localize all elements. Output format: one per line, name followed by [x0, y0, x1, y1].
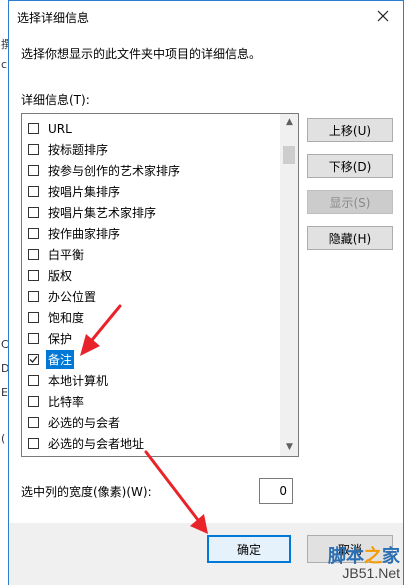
background-window-right [404, 0, 412, 585]
scroll-up-arrow-icon[interactable]: ▲ [281, 114, 298, 131]
list-item[interactable]: 按唱片集艺术家排序 [22, 202, 282, 223]
details-list-label: 详细信息(T): [21, 93, 90, 107]
site-watermark: 脚本之家 JB51.Net [328, 546, 400, 581]
checkbox[interactable] [28, 249, 39, 260]
checkbox[interactable] [28, 165, 39, 176]
checkmark-icon [29, 356, 38, 363]
checkbox[interactable] [28, 123, 39, 134]
list-item-label: 必选的与会者 [48, 416, 121, 430]
ok-button[interactable]: 确定 [207, 535, 291, 563]
watermark-logo: 脚本之家 [328, 546, 400, 567]
checkbox[interactable] [28, 186, 39, 197]
close-button[interactable] [363, 1, 403, 31]
list-item-label: 饱和度 [48, 311, 85, 325]
list-item-label: 保护 [48, 332, 73, 346]
checkbox[interactable] [28, 270, 39, 281]
title-bar: 选择详细信息 [9, 1, 403, 32]
list-item-label: URL [48, 121, 72, 136]
dialog-description: 选择你想显示的此文件夹中项目的详细信息。 [21, 47, 262, 61]
list-item-label: 按参与创作的艺术家排序 [48, 164, 181, 178]
choose-details-dialog: 选择详细信息 选择你想显示的此文件夹中项目的详细信息。 详细信息(T): URL… [8, 0, 404, 585]
move-up-button[interactable]: 上移(U) [307, 118, 393, 142]
checkbox[interactable] [28, 228, 39, 239]
checkbox[interactable] [28, 354, 39, 365]
watermark-url: JB51.Net [342, 565, 400, 581]
list-item[interactable]: 比特率 [22, 391, 282, 412]
background-text: ( [1, 432, 6, 445]
close-icon [377, 10, 389, 22]
checkbox[interactable] [28, 417, 39, 428]
column-width-label: 选中列的宽度(像素)(W): [21, 485, 152, 499]
checkbox[interactable] [28, 144, 39, 155]
list-item-label: 按唱片集排序 [48, 185, 121, 199]
checkbox[interactable] [28, 396, 39, 407]
list-item[interactable]: 饱和度 [22, 307, 282, 328]
list-item-label: 办公位置 [48, 290, 97, 304]
list-item-label: 按唱片集艺术家排序 [48, 206, 157, 220]
checkbox[interactable] [28, 312, 39, 323]
checkbox[interactable] [28, 375, 39, 386]
list-item-label: 按标题排序 [48, 143, 109, 157]
list-item[interactable]: 按标题排序 [22, 139, 282, 160]
dialog-title: 选择详细信息 [17, 11, 90, 25]
list-item-label: 白平衡 [48, 248, 85, 262]
list-item-label: 本地计算机 [48, 374, 109, 388]
list-item[interactable]: 本地计算机 [22, 370, 282, 391]
show-button[interactable]: 显示(S) [307, 190, 393, 214]
details-list-rows: URL 按标题排序按参与创作的艺术家排序 按唱片集排序按唱片集艺术家排序 按作曲家排序… [22, 118, 282, 454]
list-item[interactable]: 版权 [22, 265, 282, 286]
scrollbar-thumb[interactable] [283, 146, 295, 164]
background-text: E [1, 386, 8, 399]
hide-button[interactable]: 隐藏(H) [307, 226, 393, 250]
list-item-label: 必选的与会者地址 [48, 437, 145, 451]
list-item-label: 比特率 [48, 395, 85, 409]
list-item[interactable]: URL [22, 118, 282, 139]
list-item[interactable]: 按作曲家排序 [22, 223, 282, 244]
list-item[interactable]: 按参与创作的艺术家排序 [22, 160, 282, 181]
list-item-label: 版权 [48, 269, 73, 283]
list-item[interactable]: 必选的与会者 [22, 412, 282, 433]
move-down-button[interactable]: 下移(D) [307, 154, 393, 178]
list-item-label: 备注 [46, 350, 75, 369]
vertical-scrollbar[interactable]: ▲ ▼ [280, 114, 298, 456]
scroll-down-arrow-icon[interactable]: ▼ [281, 439, 298, 456]
list-item[interactable]: 白平衡 [22, 244, 282, 265]
list-item[interactable]: 必选的与会者地址 [22, 433, 282, 454]
list-item[interactable]: 备注 [22, 349, 282, 370]
list-item[interactable]: 办公位置 [22, 286, 282, 307]
checkbox[interactable] [28, 333, 39, 344]
checkbox[interactable] [28, 291, 39, 302]
details-listbox[interactable]: URL 按标题排序按参与创作的艺术家排序 按唱片集排序按唱片集艺术家排序 按作曲家排序… [21, 113, 299, 457]
column-width-input[interactable]: 0 [259, 478, 293, 504]
list-item[interactable]: 按唱片集排序 [22, 181, 282, 202]
list-item[interactable]: 保护 [22, 328, 282, 349]
list-item-label: 按作曲家排序 [48, 227, 121, 241]
checkbox[interactable] [28, 438, 39, 449]
checkbox[interactable] [28, 207, 39, 218]
